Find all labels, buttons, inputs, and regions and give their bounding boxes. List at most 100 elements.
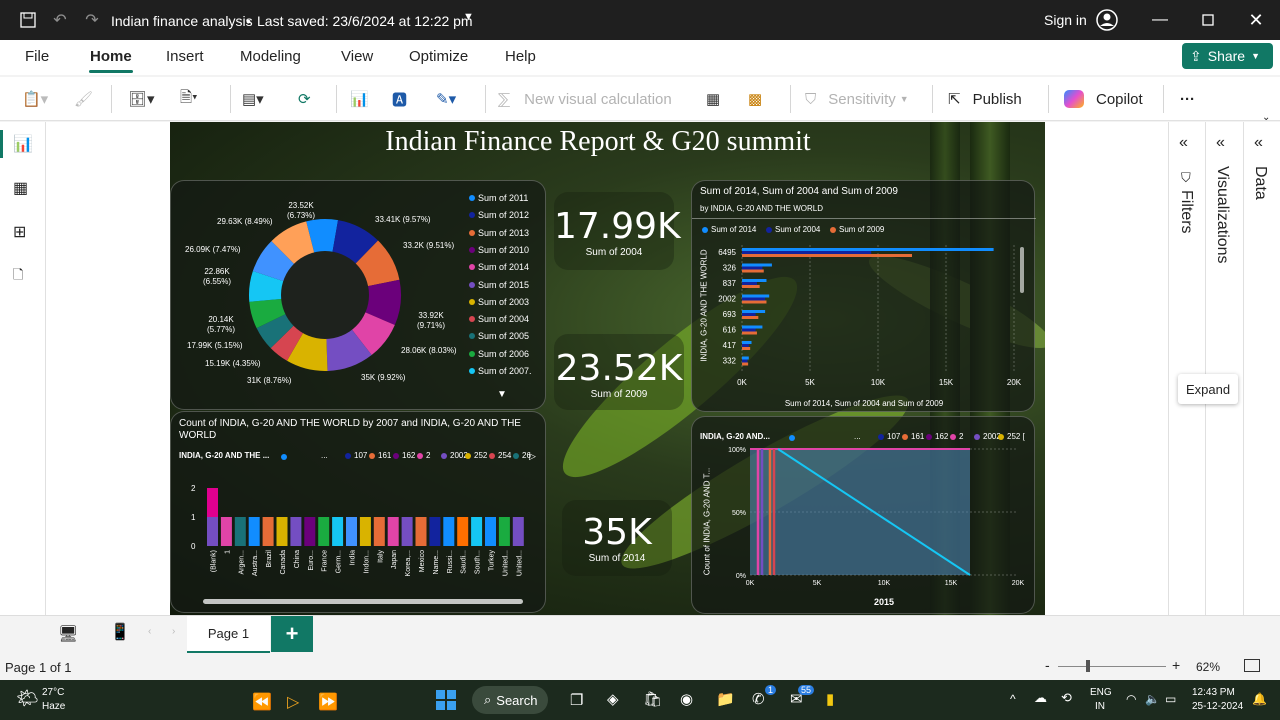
bar[interactable] bbox=[742, 251, 872, 254]
legend-scroll-down-icon[interactable]: ▼ bbox=[497, 389, 507, 400]
task-view-icon[interactable]: ❐ bbox=[570, 691, 583, 709]
table-view-icon[interactable]: ▦ bbox=[13, 178, 28, 198]
column-bar[interactable] bbox=[485, 517, 496, 546]
redo-icon[interactable]: ↷ bbox=[82, 10, 102, 30]
quick-measure-icon[interactable]: ▩ bbox=[748, 87, 762, 111]
column-bar[interactable] bbox=[346, 517, 357, 546]
expand-visualizations-icon[interactable]: « bbox=[1216, 134, 1225, 152]
file-explorer-icon[interactable]: 📁 bbox=[716, 690, 735, 708]
copilot-button[interactable]: Copilot bbox=[1064, 87, 1143, 111]
notifications-icon[interactable]: 🔔 bbox=[1252, 692, 1267, 706]
bar[interactable] bbox=[742, 266, 763, 270]
column-bar[interactable] bbox=[207, 488, 218, 517]
language-code[interactable]: ENG bbox=[1090, 687, 1112, 698]
column-chart[interactable]: 2 1 0 (Blank) 1 Argen... Austra... Brazil Canada… bbox=[177, 470, 541, 590]
bar[interactable] bbox=[742, 316, 759, 319]
bar[interactable] bbox=[742, 331, 757, 335]
transform-data-icon[interactable]: ▤▾ bbox=[242, 87, 264, 111]
data-pane-label[interactable]: Data bbox=[1251, 166, 1269, 200]
mobile-layout-icon[interactable]: 📱 bbox=[110, 622, 130, 642]
kpi-card-2004[interactable]: 17.99K Sum of 2004 bbox=[554, 192, 681, 270]
clustered-bar-visual[interactable]: Sum of 2014, Sum of 2004 and Sum of 2009… bbox=[691, 180, 1036, 412]
new-visual-calculation-button[interactable]: ⅀ New visual calculation bbox=[498, 87, 672, 111]
menu-insert[interactable]: Insert bbox=[166, 48, 204, 65]
battery-icon[interactable]: ▭ bbox=[1165, 692, 1176, 706]
menu-modeling[interactable]: Modeling bbox=[240, 48, 301, 65]
menu-view[interactable]: View bbox=[341, 48, 373, 65]
expand-filters-icon[interactable]: « bbox=[1179, 134, 1188, 152]
menu-file[interactable]: File bbox=[25, 48, 49, 65]
taskbar-search[interactable]: ⌕ Search bbox=[472, 686, 548, 714]
add-page-button[interactable]: + bbox=[271, 616, 313, 652]
zoom-out-button[interactable]: - bbox=[1045, 657, 1050, 673]
onedrive-icon[interactable]: ☁ bbox=[1034, 690, 1047, 706]
bar[interactable] bbox=[742, 300, 767, 304]
power-bi-icon[interactable]: ▮ bbox=[826, 690, 834, 708]
sensitivity-button[interactable]: ⛉ Sensitivity ▼ bbox=[805, 87, 909, 111]
bar[interactable] bbox=[742, 294, 770, 298]
column-bar[interactable] bbox=[290, 517, 302, 546]
column-bar[interactable] bbox=[207, 517, 218, 546]
bar[interactable] bbox=[742, 359, 748, 363]
bar[interactable] bbox=[742, 282, 757, 285]
area-fill[interactable] bbox=[750, 449, 970, 575]
menu-optimize[interactable]: Optimize bbox=[409, 48, 468, 65]
bar[interactable] bbox=[742, 248, 994, 251]
media-play-icon[interactable]: ▷ bbox=[287, 692, 299, 712]
new-visual-icon[interactable]: 📊 bbox=[350, 87, 369, 111]
column-bar[interactable] bbox=[318, 517, 330, 546]
donut-chart-visual[interactable]: 23.52K (6.73%) 33.41K (9.57%) 33.2K (9.51%… bbox=[170, 180, 546, 410]
column-bar[interactable] bbox=[401, 517, 413, 546]
desktop-layout-icon[interactable]: 🖥 bbox=[58, 624, 78, 644]
next-page-icon[interactable]: › bbox=[172, 626, 175, 637]
chrome-icon[interactable]: ◉ bbox=[680, 690, 693, 708]
column-bar[interactable] bbox=[498, 517, 510, 546]
share-button[interactable]: ⇪ Share ▼ bbox=[1182, 43, 1273, 69]
bar[interactable] bbox=[742, 328, 756, 332]
undo-icon[interactable]: ↶ bbox=[50, 10, 70, 30]
page-tab-1[interactable]: Page 1 bbox=[187, 616, 270, 654]
area-chart[interactable]: 100% 50% 0%0K 5K 10K 15K 20K bbox=[710, 445, 1030, 595]
publish-button[interactable]: ⇱ Publish bbox=[948, 87, 1022, 111]
zoom-slider-thumb[interactable] bbox=[1086, 660, 1090, 672]
more-options-button[interactable]: ··· bbox=[1180, 87, 1195, 111]
column-bar[interactable] bbox=[457, 517, 469, 546]
clock-time[interactable]: 12:43 PM bbox=[1192, 687, 1235, 698]
whatsapp-icon[interactable]: ✆ bbox=[752, 690, 765, 708]
show-hidden-icons[interactable]: ^ bbox=[1010, 692, 1016, 706]
column-bar[interactable] bbox=[262, 517, 274, 546]
column-bar[interactable] bbox=[387, 517, 399, 546]
report-view-icon[interactable]: 📊 bbox=[13, 134, 33, 154]
file-title[interactable]: Indian finance analysis bbox=[111, 13, 253, 29]
media-next-icon[interactable]: ⏩ bbox=[318, 692, 338, 712]
bar[interactable] bbox=[742, 341, 752, 344]
bar[interactable] bbox=[742, 310, 766, 313]
bar[interactable] bbox=[742, 356, 749, 360]
visualizations-pane-label[interactable]: Visualizations bbox=[1213, 166, 1231, 264]
bar[interactable] bbox=[742, 269, 764, 273]
donut-chart[interactable] bbox=[247, 217, 403, 373]
column-chart-visual[interactable]: Count of INDIA, G-20 AND THE WORLD by 20… bbox=[170, 411, 546, 613]
start-icon[interactable] bbox=[436, 690, 456, 710]
legend-next-icon[interactable]: ▷ bbox=[529, 451, 536, 462]
bar[interactable] bbox=[742, 325, 763, 329]
format-painter-icon[interactable]: 🖌 bbox=[74, 87, 93, 111]
bar[interactable] bbox=[742, 279, 767, 282]
hbar-chart[interactable]: 0K 5K 10K 15K 20K 6495 326 837 2002 693 616 417 332 bbox=[706, 245, 1026, 400]
get-data-icon[interactable]: 🗄▾ bbox=[128, 87, 155, 111]
column-bar[interactable] bbox=[373, 517, 385, 546]
fit-to-page-icon[interactable] bbox=[1244, 659, 1260, 672]
column-bar[interactable] bbox=[304, 517, 316, 546]
column-bar[interactable] bbox=[443, 517, 455, 546]
bar[interactable] bbox=[742, 263, 772, 267]
bar[interactable] bbox=[742, 297, 766, 301]
bar[interactable] bbox=[742, 254, 912, 257]
column-bar[interactable] bbox=[276, 517, 288, 546]
column-bar[interactable] bbox=[359, 517, 371, 546]
scrollbar[interactable] bbox=[1020, 247, 1024, 293]
column-bar[interactable] bbox=[332, 517, 344, 546]
maximize-icon[interactable] bbox=[1196, 10, 1220, 30]
area-chart-visual[interactable]: INDIA, G-20 AND...... 107 161 162 2 2002 252 [… bbox=[691, 416, 1035, 614]
recent-sources-icon[interactable]: 🗎▾ bbox=[180, 87, 198, 111]
column-bar[interactable] bbox=[415, 517, 427, 546]
